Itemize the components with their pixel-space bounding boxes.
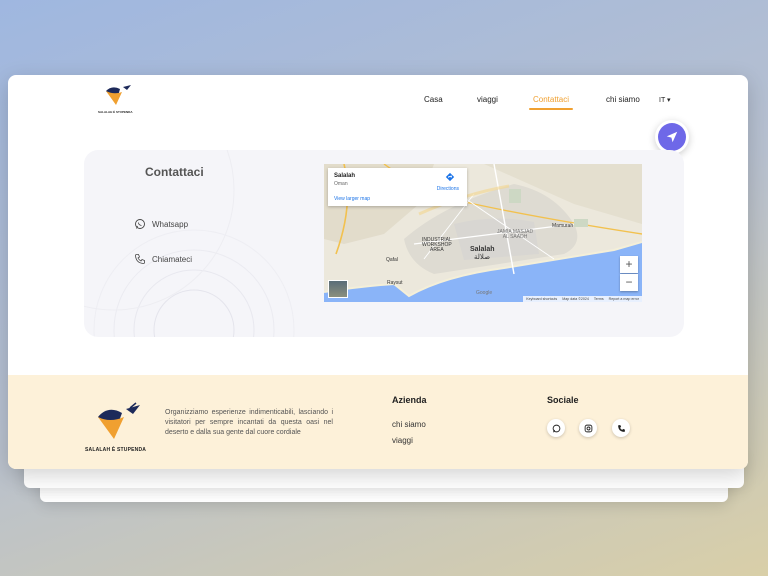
map-data: Map data ©2024: [562, 297, 589, 301]
social-phone-button[interactable]: [612, 419, 630, 437]
zoom-out-button[interactable]: −: [620, 274, 638, 291]
map-label-jamia: JAMIA MASJAD AL SAADH: [497, 229, 534, 240]
nav-viaggi[interactable]: viaggi: [477, 95, 498, 104]
footer-link-viaggi[interactable]: viaggi: [392, 436, 413, 445]
map-info-card: Salalah Oman Directions View larger map: [328, 168, 467, 206]
contact-title: Contattaci: [145, 165, 204, 179]
whatsapp-label: Whatsapp: [152, 219, 189, 229]
map-terms[interactable]: Terms: [594, 297, 604, 301]
main-nav: Casa viaggi Contattaci chi siamo IT ▾: [8, 95, 748, 111]
map-label-qafal: Qafal: [386, 257, 398, 263]
instagram-icon: [584, 424, 592, 432]
map-label-industrial: INDUSTRIAL WORKSHOP AREA: [422, 237, 452, 253]
azienda-heading: Azienda: [392, 395, 427, 405]
directions-link[interactable]: Directions: [437, 186, 459, 192]
send-icon: [666, 131, 678, 143]
map-place-country: Oman: [334, 181, 348, 187]
footer-logo: [98, 402, 140, 439]
social-whatsapp-button[interactable]: [547, 419, 565, 437]
footer-link-chi-siamo[interactable]: chi siamo: [392, 420, 426, 429]
phone-icon: [617, 424, 625, 432]
call-link[interactable]: Chiamateci: [134, 253, 192, 265]
nav-casa[interactable]: Casa: [424, 95, 443, 104]
website-preview: SALALAH È STUPENDA Casa viaggi Contattac…: [8, 75, 748, 469]
map-shortcuts[interactable]: Keyboard shortcuts: [526, 297, 557, 301]
footer-blurb: Organizziamo esperienze indimenticabili,…: [165, 409, 333, 436]
social-instagram-button[interactable]: [579, 419, 597, 437]
map-place-name: Salalah: [334, 173, 356, 179]
whatsapp-icon: [552, 424, 560, 432]
call-label: Chiamateci: [152, 254, 193, 264]
footer-brand-name: SALALAH È STUPENDA: [85, 447, 147, 453]
send-message-button[interactable]: [655, 120, 689, 154]
google-map[interactable]: INDUSTRIAL WORKSHOP AREA Salalah صلالة J…: [324, 164, 642, 302]
map-label-mamurah: Mamurah: [552, 223, 574, 229]
map-report[interactable]: Report a map error: [609, 297, 639, 301]
directions-icon[interactable]: [445, 172, 455, 182]
map-label-raysut: Raysut: [387, 280, 403, 286]
nav-chi-siamo[interactable]: chi siamo: [606, 95, 640, 104]
google-logo: Google: [476, 290, 493, 296]
satellite-toggle[interactable]: [328, 280, 348, 298]
map-label-salalah: Salalah: [470, 246, 495, 253]
map-footer: Keyboard shortcuts Map data ©2024 Terms …: [523, 296, 642, 302]
whatsapp-link[interactable]: Whatsapp: [134, 218, 188, 230]
sociale-heading: Sociale: [547, 395, 579, 405]
phone-icon: [135, 254, 145, 264]
whatsapp-icon: [135, 219, 145, 229]
language-selector[interactable]: IT ▾: [659, 96, 671, 104]
site-footer: SALALAH È STUPENDA Organizziamo esperien…: [8, 375, 748, 469]
map-label-salalah-ar: صلالة: [474, 254, 491, 261]
zoom-in-button[interactable]: +: [620, 256, 638, 273]
view-larger-map-link[interactable]: View larger map: [334, 196, 370, 202]
nav-contattaci[interactable]: Contattaci: [528, 95, 574, 110]
